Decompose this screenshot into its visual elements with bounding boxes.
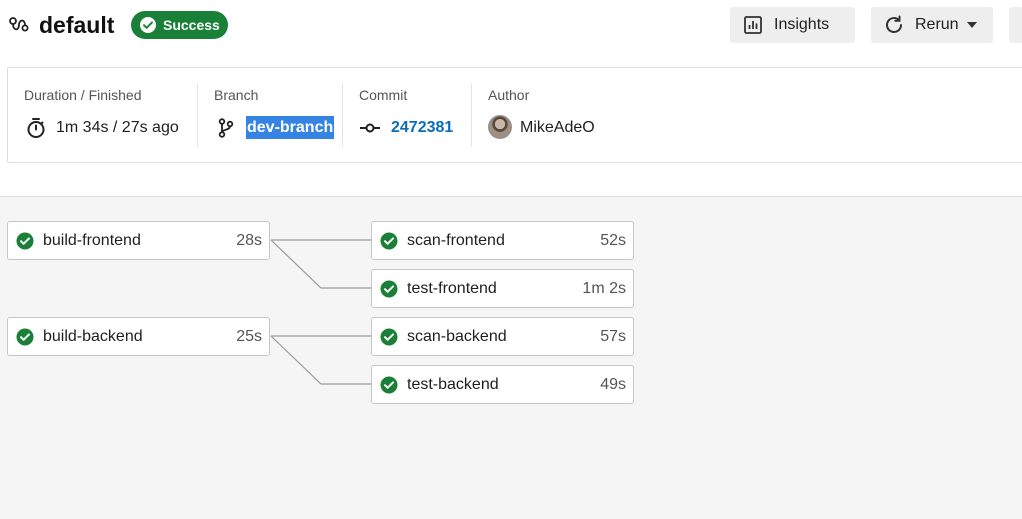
branch-link[interactable]: dev-branch bbox=[246, 116, 335, 139]
rerun-button[interactable]: Rerun bbox=[871, 7, 993, 43]
status-badge-label: Success bbox=[163, 17, 220, 33]
job-scan-frontend[interactable]: scan-frontend 52s bbox=[371, 221, 634, 260]
job-duration: 25s bbox=[236, 327, 262, 345]
job-build-frontend[interactable]: build-frontend 28s bbox=[7, 221, 270, 260]
more-button[interactable] bbox=[1009, 7, 1022, 43]
job-test-backend[interactable]: test-backend 49s bbox=[371, 365, 634, 404]
check-circle-icon bbox=[380, 328, 398, 346]
check-circle-icon bbox=[380, 280, 398, 298]
commit-link[interactable]: 2472381 bbox=[391, 118, 453, 138]
job-duration: 28s bbox=[236, 231, 262, 249]
divider bbox=[471, 84, 472, 147]
check-circle-icon bbox=[380, 232, 398, 250]
git-branch-icon bbox=[215, 117, 237, 139]
author-label: Author bbox=[488, 87, 530, 103]
check-circle-icon bbox=[139, 16, 157, 34]
refresh-icon bbox=[883, 14, 905, 36]
divider bbox=[342, 84, 343, 147]
avatar bbox=[488, 115, 512, 139]
rerun-label: Rerun bbox=[915, 16, 959, 33]
insights-label: Insights bbox=[774, 16, 830, 33]
job-name: build-backend bbox=[43, 327, 143, 345]
job-name: test-backend bbox=[407, 375, 499, 393]
job-scan-backend[interactable]: scan-backend 57s bbox=[371, 317, 634, 356]
job-duration: 57s bbox=[600, 327, 626, 345]
bar-chart-icon bbox=[742, 14, 764, 36]
job-name: scan-frontend bbox=[407, 231, 505, 249]
divider bbox=[197, 84, 198, 147]
page-title: default bbox=[39, 12, 115, 38]
insights-button[interactable]: Insights bbox=[730, 7, 855, 43]
status-badge: Success bbox=[131, 11, 228, 39]
commit-label: Commit bbox=[359, 87, 408, 103]
stopwatch-icon bbox=[25, 117, 47, 139]
check-circle-icon bbox=[380, 376, 398, 394]
job-name: build-frontend bbox=[43, 231, 141, 249]
git-commit-icon bbox=[359, 117, 381, 139]
duration-value: 1m 34s / 27s ago bbox=[56, 119, 179, 136]
check-circle-icon bbox=[16, 232, 34, 250]
branch-label: Branch bbox=[214, 87, 259, 103]
workflow-icon bbox=[8, 13, 30, 35]
job-duration: 49s bbox=[600, 375, 626, 393]
author-name: MikeAdeO bbox=[520, 119, 595, 136]
duration-label: Duration / Finished bbox=[24, 87, 142, 103]
job-test-frontend[interactable]: test-frontend 1m 2s bbox=[371, 269, 634, 308]
job-name: scan-backend bbox=[407, 327, 507, 345]
chevron-down-icon bbox=[966, 22, 977, 28]
check-circle-icon bbox=[16, 328, 34, 346]
job-duration: 52s bbox=[600, 231, 626, 249]
job-build-backend[interactable]: build-backend 25s bbox=[7, 317, 270, 356]
pipeline-summary-panel bbox=[7, 67, 1022, 163]
job-duration: 1m 2s bbox=[582, 279, 626, 297]
job-name: test-frontend bbox=[407, 279, 497, 297]
